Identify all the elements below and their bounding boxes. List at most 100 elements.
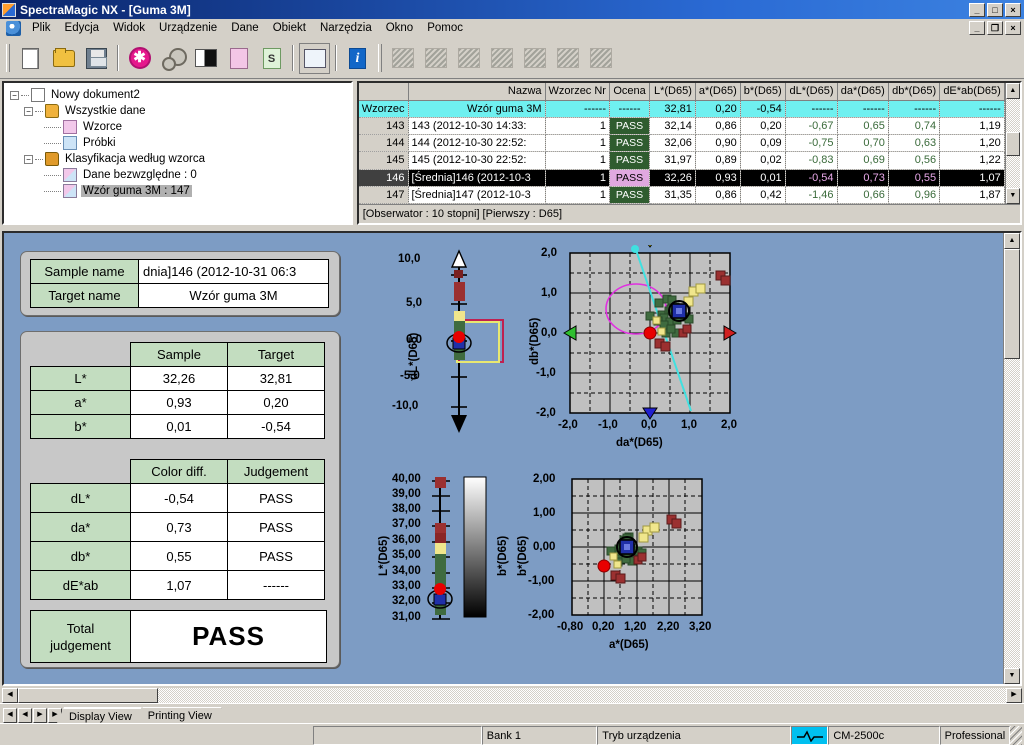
table-row[interactable]: 146 [Średnia]146 (2012-10-3 1 PASS 32,26… [358, 169, 1005, 187]
col-header-dEab[interactable]: dE*ab(D65) [939, 83, 1005, 101]
new-document-icon[interactable] [15, 43, 46, 74]
window-controls-inner[interactable]: _ ❐ × [969, 21, 1024, 35]
view-scroll-thumb[interactable] [1004, 249, 1020, 359]
view-vertical-scrollbar[interactable]: ▲ ▼ [1003, 233, 1020, 684]
save-disk-icon[interactable] [81, 43, 112, 74]
menu-item-dane[interactable]: Dane [224, 20, 266, 36]
col-header-db[interactable]: db*(D65) [888, 83, 941, 101]
menu-item-widok[interactable]: Widok [106, 20, 152, 36]
scroll-up-button[interactable]: ▲ [1005, 83, 1020, 99]
col-header-a[interactable]: a*(D65) [695, 83, 741, 101]
view-scroll-down-button[interactable]: ▼ [1004, 668, 1020, 684]
display-canvas: Sample name dnia]146 (2012-10-31 06:3 Ta… [4, 233, 1003, 684]
tree-node-klasyfikacja[interactable]: − Klasyfikacja według wzorca [24, 151, 351, 167]
cell-db: 0,96 [888, 186, 941, 204]
table-row[interactable]: 144 144 (2012-10-30 22:52: 1 PASS 32,06 … [358, 134, 1005, 153]
col-header-dL[interactable]: dL*(D65) [785, 83, 838, 101]
display-view-canvas[interactable]: Sample name dnia]146 (2012-10-31 06:3 Ta… [2, 231, 1022, 686]
tree-expander[interactable]: − [24, 154, 33, 164]
chart-icon-2[interactable] [420, 43, 451, 74]
maximize-button[interactable]: □ [987, 2, 1003, 17]
chart-icon-5[interactable] [519, 43, 550, 74]
minimize-button[interactable]: _ [969, 2, 985, 17]
document-menu-icon[interactable] [6, 20, 21, 36]
data-grid-pane[interactable]: Nazwa Wzorzec Nr Ocena L*(D65) a*(D65) b… [356, 81, 1022, 225]
hscroll-left-button[interactable]: ◀ [2, 688, 18, 703]
names-panel: Sample name dnia]146 (2012-10-31 06:3 Ta… [20, 251, 340, 316]
black-white-sample-icon[interactable] [190, 43, 221, 74]
chart-icon-4[interactable] [486, 43, 517, 74]
mdi-restore-button[interactable]: ❐ [987, 21, 1003, 35]
menu-item-obiekt[interactable]: Obiekt [266, 20, 313, 36]
dL-axis-gauge-chart[interactable]: 10,0 5,0 0,0 -5,0 -10,0 dL*(D65) [392, 245, 516, 445]
tab-printing-view[interactable]: Printing View [136, 707, 222, 723]
upper-area: − Nowy dokument2 − Wszystkie dane Wzorce… [0, 79, 1024, 229]
menu-item-plik[interactable]: Plik [25, 20, 58, 36]
tree-node-wzorce[interactable]: Wzorce [44, 119, 351, 135]
sample-green-icon[interactable]: S [256, 43, 287, 74]
info-icon[interactable]: i [342, 43, 373, 74]
close-button[interactable]: × [1005, 2, 1021, 17]
tree-node-wszystkie-dane[interactable]: − Wszystkie dane [24, 103, 351, 119]
menu-item-okno[interactable]: Okno [379, 20, 421, 36]
status-field-bank: Bank 1 [481, 726, 598, 745]
hscroll-thumb[interactable] [18, 688, 158, 703]
chart-icon-1[interactable] [387, 43, 418, 74]
resize-grip[interactable] [1010, 726, 1022, 745]
table-row[interactable]: 147 [Średnia]147 (2012-10-3 1 PASS 31,35… [358, 186, 1005, 204]
col-header-nazwa[interactable]: Nazwa [408, 83, 546, 101]
cell-sample-a: 0,93 [130, 390, 228, 415]
hscroll-track[interactable] [158, 688, 1006, 703]
col-header-L[interactable]: L*(D65) [649, 83, 696, 101]
chart-icon-7[interactable] [585, 43, 616, 74]
table-row[interactable]: 143 143 (2012-10-30 14:33: 1 PASS 32,14 … [358, 117, 1005, 136]
window-controls-outer[interactable]: _ □ × [969, 2, 1024, 17]
mdi-close-button[interactable]: × [1005, 21, 1021, 35]
table-row[interactable]: 145 145 (2012-10-30 22:52: 1 PASS 31,97 … [358, 151, 1005, 170]
tree-node-probki[interactable]: Próbki [44, 135, 351, 151]
dL-tick-5: 5,0 [406, 297, 422, 309]
target-measure-icon[interactable]: ✱ [124, 43, 155, 74]
gears-settings-icon[interactable] [157, 43, 188, 74]
menu-item-urzadzenie[interactable]: Urządzenie [152, 20, 224, 36]
hscroll-right-button[interactable]: ▶ [1006, 688, 1022, 703]
view-scroll-up-button[interactable]: ▲ [1004, 233, 1020, 249]
menu-item-narzedzia[interactable]: Narzędzia [313, 20, 379, 36]
toolbar-grip-2[interactable] [378, 44, 382, 72]
tree-node-dane-bezwzgledne[interactable]: Dane bezwzględne : 0 [44, 167, 351, 183]
tree-expander[interactable]: − [10, 90, 19, 100]
tab-nav-next[interactable]: ▶ [33, 708, 47, 723]
status-field-empty-left [2, 726, 314, 745]
view-horizontal-scrollbar[interactable]: ◀ ▶ [2, 688, 1022, 703]
table-row[interactable]: Wzorzec Wzór guma 3M ------ ------ 32,81… [358, 100, 1005, 118]
tree-expander[interactable]: − [24, 106, 33, 116]
document-tree-pane[interactable]: − Nowy dokument2 − Wszystkie dane Wzorce… [2, 81, 353, 225]
window-list-icon[interactable] [299, 42, 330, 74]
tab-display-view[interactable]: Display View [57, 707, 142, 723]
col-header-ocena[interactable]: Ocena [609, 83, 651, 101]
da-db-diff-chart[interactable]: 2,0 1,0 0,0 -1,0 -2,0 -2,0 -1,0 0,0 1,0 … [524, 236, 754, 460]
open-folder-icon[interactable] [48, 43, 79, 74]
col-header-wzorzec-nr[interactable]: Wzorzec Nr [545, 83, 610, 101]
col-header-index[interactable] [358, 83, 409, 101]
scroll-thumb[interactable] [1005, 131, 1020, 156]
tree-node-nowy-dokument2[interactable]: − Nowy dokument2 [10, 87, 351, 103]
a-b-absolute-chart[interactable]: 2,00 1,00 0,00 -1,00 -2,00 -0,80 0,20 1,… [509, 471, 744, 661]
col-header-da[interactable]: da*(D65) [837, 83, 889, 101]
chart-icon-6[interactable] [552, 43, 583, 74]
grid-vertical-scrollbar[interactable]: ▲ ▼ [1004, 83, 1020, 204]
row-index: 143 [358, 117, 409, 136]
toolbar-grip[interactable] [6, 44, 10, 72]
mdi-minimize-button[interactable]: _ [969, 21, 985, 35]
col-header-b[interactable]: b*(D65) [740, 83, 786, 101]
L-axis-gauge-chart[interactable]: 40,00 39,00 38,00 37,00 36,00 35,00 34,0… [378, 471, 509, 636]
target-pink-icon[interactable] [223, 43, 254, 74]
cell-sample-b: 0,01 [130, 414, 228, 439]
menu-item-edycja[interactable]: Edycja [58, 20, 107, 36]
menu-item-pomoc[interactable]: Pomoc [420, 20, 470, 36]
chart-icon-3[interactable] [453, 43, 484, 74]
tree-node-wzor-guma-3m[interactable]: Wzór guma 3M : 147 [44, 183, 351, 199]
tab-nav-first[interactable]: ◀ [3, 708, 17, 723]
scroll-down-button[interactable]: ▼ [1005, 188, 1020, 204]
tab-nav-prev[interactable]: ◀ [18, 708, 32, 723]
